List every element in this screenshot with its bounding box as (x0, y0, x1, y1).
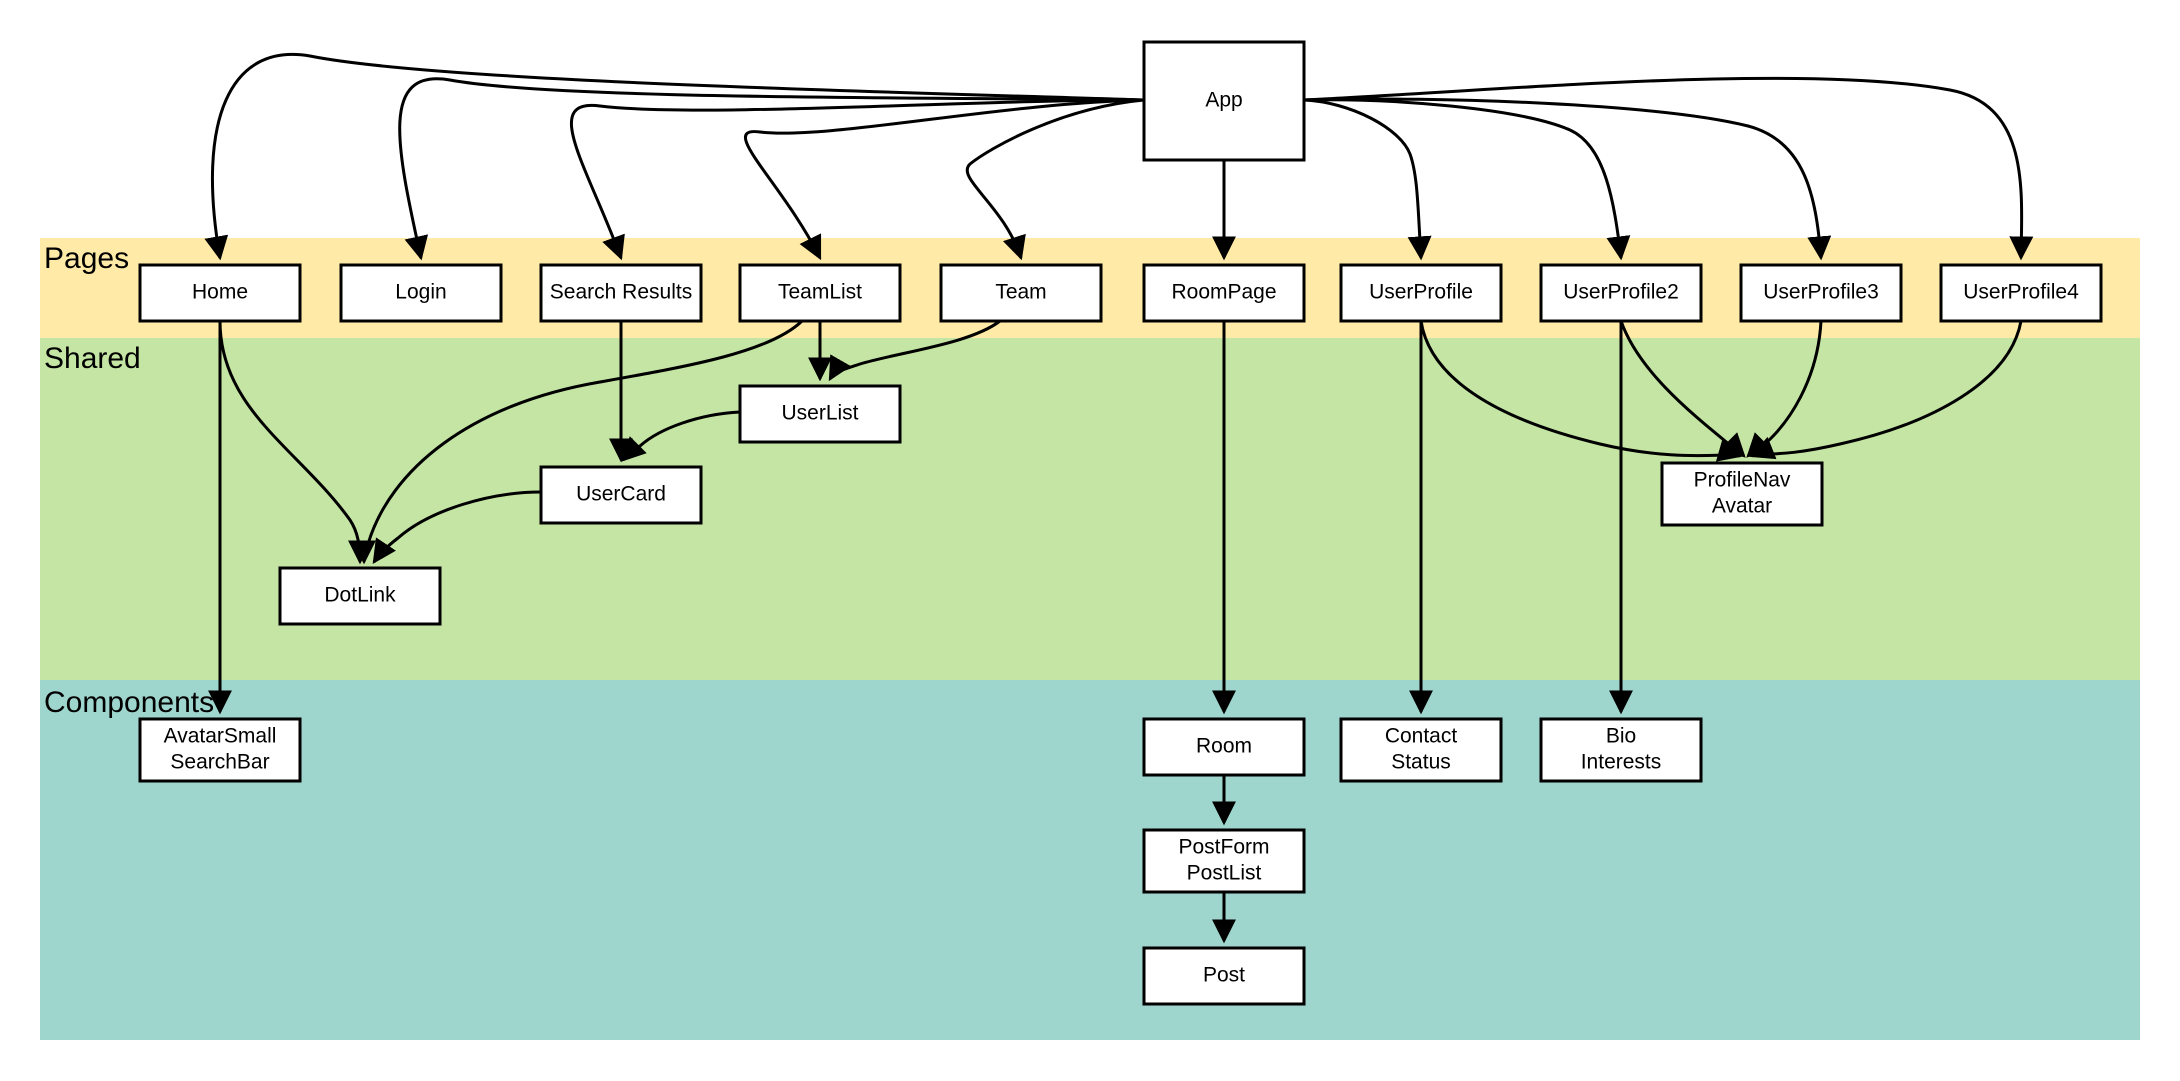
node-label-contact-status: Contact (1385, 725, 1458, 748)
node-label-team: Team (995, 281, 1046, 304)
node-label-userprofile2: UserProfile2 (1563, 281, 1679, 304)
node-contact-status[interactable]: Contact Status (1339, 717, 1503, 783)
node-profilenav-avatar[interactable]: ProfileNav Avatar (1660, 461, 1824, 527)
node-userprofile[interactable]: UserProfile (1339, 263, 1503, 323)
node-label-avatarsmall-searchbar: SearchBar (170, 751, 269, 774)
node-post[interactable]: Post (1142, 946, 1306, 1006)
node-userlist[interactable]: UserList (738, 384, 902, 444)
edge-app-userprofile4 (1303, 76, 2034, 261)
node-label-userlist: UserList (781, 402, 858, 425)
band-layer (40, 238, 2140, 1040)
node-home[interactable]: Home (138, 263, 302, 323)
node-bio-interests[interactable]: Bio Interests (1539, 717, 1703, 783)
node-label-roompage: RoomPage (1171, 281, 1276, 304)
node-label-userprofile4: UserProfile4 (1963, 281, 2079, 304)
edge-app-teamlist (744, 98, 1145, 261)
edge-app-userprofile2 (1303, 98, 1631, 261)
edge-app-team (965, 98, 1145, 261)
edge-app-userprofile (1303, 98, 1432, 261)
component-hierarchy-diagram: App Home Login Search Results TeamList Team Ro… (40, 40, 2140, 1040)
node-label-profilenav-avatar: Avatar (1712, 495, 1772, 518)
node-label-search-results: Search Results (550, 281, 692, 304)
node-room[interactable]: Room (1142, 717, 1306, 777)
node-label-app: App (1205, 89, 1242, 112)
node-label-dotlink: DotLink (324, 584, 396, 607)
node-search-results[interactable]: Search Results (539, 263, 703, 323)
node-label-home: Home (192, 281, 248, 304)
edge-app-search-results (570, 98, 1145, 261)
node-label-userprofile: UserProfile (1369, 281, 1473, 304)
node-label-post: Post (1203, 964, 1245, 987)
band-label-shared: Shared (44, 342, 141, 375)
node-roompage[interactable]: RoomPage (1142, 263, 1306, 323)
node-app[interactable]: App (1142, 40, 1306, 162)
node-label-profilenav-avatar: ProfileNav (1694, 469, 1791, 492)
node-usercard[interactable]: UserCard (539, 465, 703, 525)
node-label-avatarsmall-searchbar: AvatarSmall (164, 725, 277, 748)
node-userprofile2[interactable]: UserProfile2 (1539, 263, 1703, 323)
node-postform-postlist[interactable]: PostForm PostList (1142, 828, 1306, 894)
node-label-bio-interests: Interests (1581, 751, 1662, 774)
band-label-components: Components (44, 686, 214, 719)
node-userprofile4[interactable]: UserProfile4 (1939, 263, 2103, 323)
node-avatarsmall-searchbar[interactable]: AvatarSmall SearchBar (138, 717, 302, 783)
node-teamlist[interactable]: TeamList (738, 263, 902, 323)
node-label-userprofile3: UserProfile3 (1763, 281, 1879, 304)
diagram-canvas: App Home Login Search Results TeamList Team Ro… (0, 0, 2180, 1081)
band-components (40, 680, 2140, 1040)
band-label-pages: Pages (44, 242, 129, 275)
node-label-login: Login (395, 281, 446, 304)
node-label-teamlist: TeamList (778, 281, 862, 304)
node-label-usercard: UserCard (576, 483, 666, 506)
node-label-contact-status: Status (1391, 751, 1451, 774)
node-login[interactable]: Login (339, 263, 503, 323)
edge-app-login (398, 77, 1145, 261)
node-label-room: Room (1196, 735, 1252, 758)
edge-app-home (204, 53, 1145, 261)
node-dotlink[interactable]: DotLink (278, 566, 442, 626)
node-label-postform-postlist: PostForm (1178, 836, 1269, 859)
node-label-postform-postlist: PostList (1187, 862, 1262, 885)
node-team[interactable]: Team (939, 263, 1103, 323)
node-label-bio-interests: Bio (1606, 725, 1636, 748)
band-shared (40, 338, 2140, 680)
node-userprofile3[interactable]: UserProfile3 (1739, 263, 1903, 323)
